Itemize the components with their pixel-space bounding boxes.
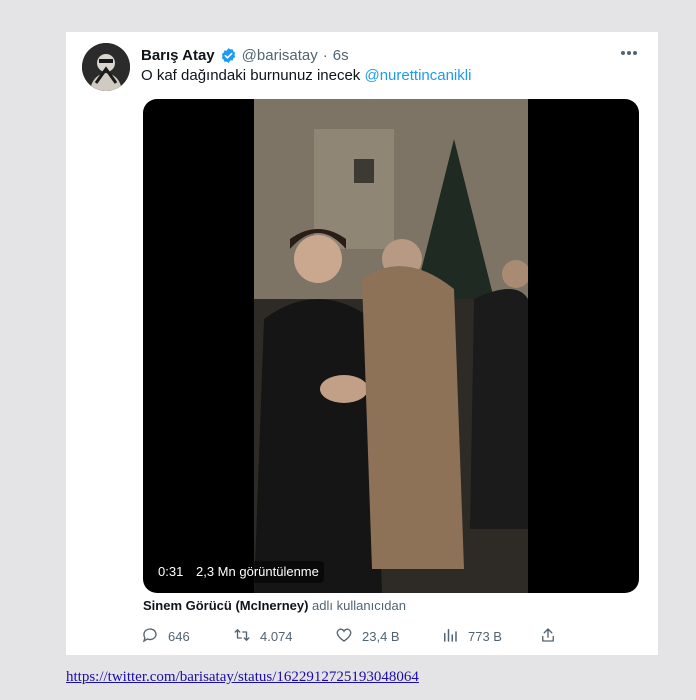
video-views: 2,3 Mn görüntülenme [196, 564, 319, 579]
reply-button[interactable]: 646 [141, 625, 190, 647]
video-frame [254, 99, 530, 593]
media-attribution: Sinem Görücü (McInerney) adlı kullanıcıd… [143, 598, 406, 613]
display-name[interactable]: Barış Atay [141, 47, 215, 64]
retweet-count: 4.074 [260, 628, 293, 644]
share-button[interactable] [539, 625, 557, 647]
reply-icon [141, 626, 159, 647]
more-horizontal-icon[interactable] [619, 45, 639, 61]
tweet-text: O kaf dağındaki burnunuz inecek @nuretti… [141, 67, 471, 84]
avatar[interactable] [82, 43, 130, 91]
attribution-suffix: adlı kullanıcıdan [312, 598, 406, 613]
tweet-card: Barış Atay @barisatay · 6s O kaf dağında… [66, 32, 658, 655]
video-duration-badge: 0:31 [153, 561, 189, 583]
views-count: 773 B [468, 628, 502, 644]
attribution-user[interactable]: Sinem Görücü (McInerney) [143, 598, 308, 613]
like-button[interactable]: 23,4 B [335, 625, 400, 647]
separator-dot: · [322, 46, 328, 64]
tweet-header: Barış Atay @barisatay · 6s [141, 45, 349, 65]
action-bar: 646 4.074 23,4 B 773 B [141, 625, 561, 647]
video-duration: 0:31 [158, 564, 184, 579]
views-button[interactable]: 773 B [441, 625, 502, 647]
tweet-url-link[interactable]: https://twitter.com/barisatay/status/162… [66, 669, 419, 686]
share-icon [539, 626, 557, 647]
retweet-button[interactable]: 4.074 [233, 625, 293, 647]
like-count: 23,4 B [362, 628, 400, 644]
video-views-badge: 2,3 Mn görüntülenme [191, 561, 324, 583]
user-handle[interactable]: @barisatay [242, 47, 318, 64]
tweet-time[interactable]: 6s [333, 47, 349, 64]
bar-chart-icon [441, 626, 459, 647]
retweet-icon [233, 626, 251, 647]
video-player[interactable]: 0:31 2,3 Mn görüntülenme [143, 99, 639, 593]
verified-badge-icon [220, 47, 237, 64]
tweet-body: O kaf dağındaki burnunuz inecek [141, 67, 361, 84]
heart-icon [335, 626, 353, 647]
reply-count: 646 [168, 628, 190, 644]
mention-link[interactable]: @nurettincanikli [364, 67, 471, 84]
